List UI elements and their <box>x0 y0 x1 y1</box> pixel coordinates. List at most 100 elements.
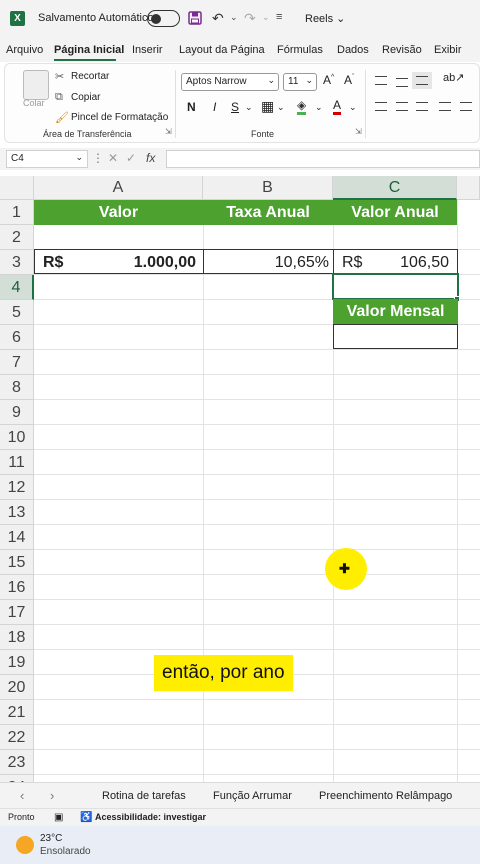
align-center-icon[interactable] <box>396 102 408 111</box>
align-top-icon[interactable] <box>375 76 387 85</box>
borders-icon[interactable]: ▦ <box>261 98 274 115</box>
column-header-d[interactable] <box>457 176 480 200</box>
row-header[interactable]: 20 <box>0 675 34 700</box>
cell-b1[interactable]: Taxa Anual <box>203 200 333 225</box>
customize-toolbar-icon[interactable]: ≡ <box>276 11 282 23</box>
increase-font-icon[interactable]: A^ <box>323 73 334 87</box>
cell-a1[interactable]: Valor <box>34 200 203 225</box>
sheet-tab-preenchimento[interactable]: Preenchimento Relâmpago <box>319 790 452 802</box>
decrease-font-icon[interactable]: Aˇ <box>344 73 354 87</box>
column-header-c[interactable]: C <box>333 176 457 200</box>
font-size-select[interactable]: 11 ⌄ <box>283 73 317 91</box>
format-painter-button[interactable]: 🖌 Pincel de Formatação <box>55 111 168 124</box>
row-header[interactable]: 22 <box>0 725 34 750</box>
row-header[interactable]: 9 <box>0 400 34 425</box>
spreadsheet-grid[interactable]: A B C 1 2 3 4 5 6 7 8 9 10 11 12 13 14 1… <box>0 176 480 782</box>
row-header[interactable]: 17 <box>0 600 34 625</box>
underline-dropdown-icon[interactable]: ⌄ <box>245 102 253 113</box>
row-header[interactable]: 7 <box>0 350 34 375</box>
row-header[interactable]: 6 <box>0 325 34 350</box>
insert-function-icon[interactable]: fx <box>146 151 155 165</box>
align-bottom-icon[interactable] <box>412 72 432 89</box>
cell-c1[interactable]: Valor Anual <box>333 200 457 225</box>
macro-record-icon[interactable]: ▣ <box>54 812 63 823</box>
row-header[interactable]: 13 <box>0 500 34 525</box>
cell-b3[interactable]: 10,65% <box>203 249 334 274</box>
enter-icon[interactable]: ✓ <box>126 151 136 165</box>
sheet-tab-funcao-arrumar[interactable]: Função Arrumar <box>213 790 292 802</box>
row-header[interactable]: 18 <box>0 625 34 650</box>
decrease-indent-icon[interactable] <box>439 102 451 111</box>
column-header-a[interactable]: A <box>34 176 203 200</box>
row-header[interactable]: 24 <box>0 775 34 782</box>
align-middle-icon[interactable] <box>396 78 408 87</box>
underline-button[interactable]: S <box>231 100 239 114</box>
align-right-icon[interactable] <box>416 102 428 111</box>
paste-button[interactable] <box>23 70 49 100</box>
document-name[interactable]: Reels ⌄ <box>305 12 345 25</box>
row-header[interactable]: 12 <box>0 475 34 500</box>
row-header[interactable]: 10 <box>0 425 34 450</box>
borders-dropdown-icon[interactable]: ⌄ <box>277 102 285 113</box>
name-box[interactable]: C4 ⌄ <box>6 150 88 168</box>
accessibility-icon[interactable]: ♿ <box>80 812 92 823</box>
select-all-corner[interactable] <box>0 176 34 200</box>
row-header[interactable]: 4 <box>0 275 34 300</box>
row-header[interactable]: 23 <box>0 750 34 775</box>
tab-arquivo[interactable]: Arquivo <box>6 44 43 56</box>
weather-condition[interactable]: Ensolarado <box>40 846 91 857</box>
font-color-dropdown-icon[interactable]: ⌄ <box>349 102 357 113</box>
redo-icon[interactable]: ↷ <box>244 10 256 27</box>
cell-c5[interactable]: Valor Mensal <box>333 299 458 324</box>
row-header[interactable]: 21 <box>0 700 34 725</box>
tab-layout-da-pagina[interactable]: Layout da Página <box>179 44 265 56</box>
font-family-select[interactable]: Aptos Narrow ⌄ <box>181 73 279 91</box>
autosave-toggle[interactable] <box>147 10 180 27</box>
bold-button[interactable]: N <box>187 100 196 114</box>
cut-button[interactable]: ✂ Recortar <box>55 70 109 83</box>
cancel-icon[interactable]: ✕ <box>108 151 118 165</box>
tab-exibir[interactable]: Exibir <box>434 44 462 56</box>
undo-dropdown-icon[interactable]: ⌄ <box>230 12 238 23</box>
accessibility-status[interactable]: Acessibilidade: investigar <box>95 812 206 822</box>
row-header[interactable]: 5 <box>0 300 34 325</box>
row-header[interactable]: 2 <box>0 225 34 250</box>
row-header[interactable]: 14 <box>0 525 34 550</box>
selected-cell-c4[interactable] <box>332 273 459 300</box>
italic-button[interactable]: I <box>213 100 216 114</box>
orientation-icon[interactable]: ab↗ <box>443 71 464 84</box>
save-icon[interactable] <box>188 11 202 25</box>
row-header[interactable]: 15 <box>0 550 34 575</box>
copy-button[interactable]: ⧉ Copiar <box>55 91 100 104</box>
tab-pagina-inicial[interactable]: Página Inicial <box>54 44 124 56</box>
font-color-icon[interactable]: A <box>333 98 342 115</box>
row-header[interactable]: 8 <box>0 375 34 400</box>
fill-color-icon[interactable]: ◈ <box>297 98 307 115</box>
undo-icon[interactable]: ↶ <box>212 10 224 27</box>
weather-temperature[interactable]: 23°C <box>40 833 62 844</box>
align-left-icon[interactable] <box>375 102 387 111</box>
sheet-tab-rotina[interactable]: Rotina de tarefas <box>102 790 186 802</box>
cell-a3[interactable]: R$ 1.000,00 <box>34 249 204 274</box>
row-header[interactable]: 1 <box>0 200 34 225</box>
row-header[interactable]: 16 <box>0 575 34 600</box>
tab-formulas[interactable]: Fórmulas <box>277 44 323 56</box>
tab-revisao[interactable]: Revisão <box>382 44 422 56</box>
row-header[interactable]: 11 <box>0 450 34 475</box>
increase-indent-icon[interactable] <box>460 102 472 111</box>
redo-dropdown-icon[interactable]: ⌄ <box>262 12 270 23</box>
tab-dados[interactable]: Dados <box>337 44 369 56</box>
tab-inserir[interactable]: Inserir <box>132 44 163 56</box>
font-launcher-icon[interactable]: ⇲ <box>355 127 362 136</box>
row-header[interactable]: 3 <box>0 250 34 275</box>
clipboard-launcher-icon[interactable]: ⇲ <box>165 127 172 136</box>
column-header-b[interactable]: B <box>203 176 333 200</box>
chevron-right-icon[interactable]: › <box>50 788 54 803</box>
fill-color-dropdown-icon[interactable]: ⌄ <box>315 102 323 113</box>
cell-c6[interactable] <box>333 324 458 349</box>
row-header[interactable]: 19 <box>0 650 34 675</box>
chevron-left-icon[interactable]: ‹ <box>20 788 24 803</box>
cell-c3[interactable]: R$ 106,50 <box>333 249 458 274</box>
formula-input[interactable] <box>166 150 480 168</box>
more-options-icon[interactable]: ⋮ <box>92 151 104 165</box>
